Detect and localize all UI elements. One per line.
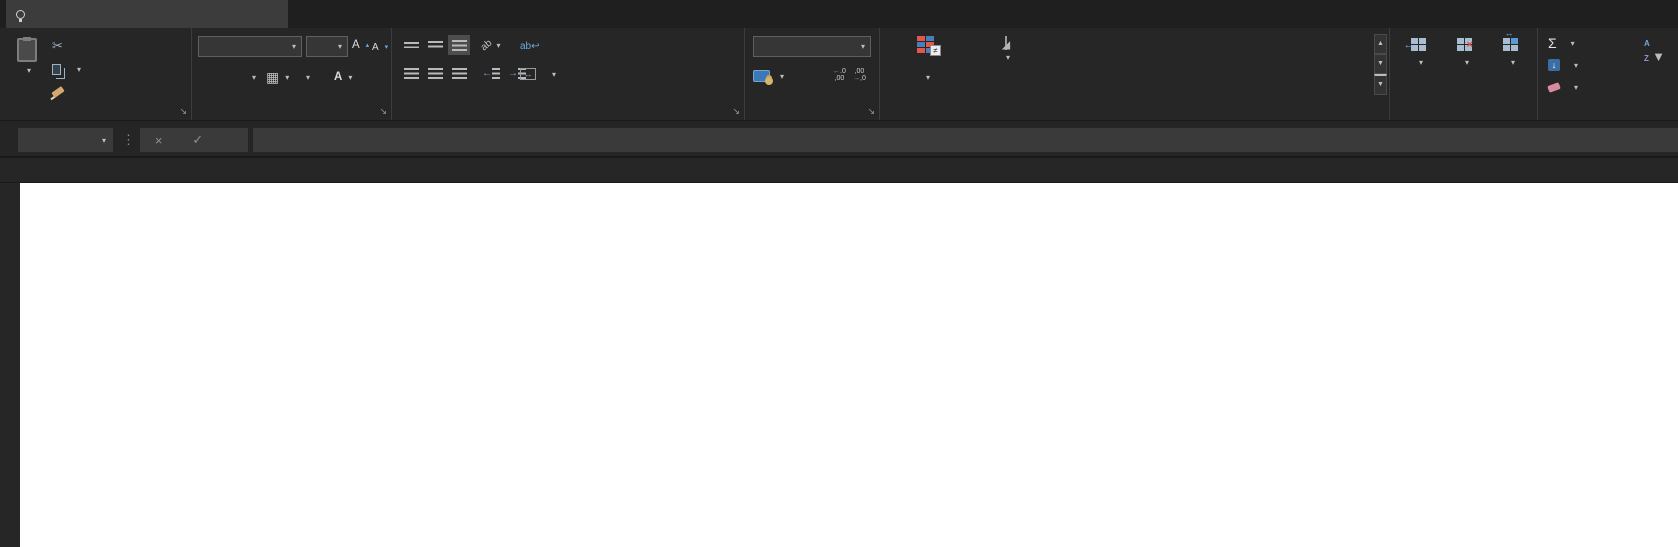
font-dialog-launcher[interactable]: ↘ [379, 106, 387, 117]
clipboard-dialog-launcher[interactable]: ↘ [179, 106, 187, 117]
row-headers [0, 183, 20, 547]
group-alignment: ab▾ ab↩ ← → ↔ ▾ ↘ [392, 28, 745, 120]
copy-icon [52, 64, 61, 75]
group-clipboard: ▾ ✂ ▾ ↘ [0, 28, 192, 120]
ribbon: ▾ ✂ ▾ ↘ ▾ ▾ [0, 28, 1678, 120]
cut-button[interactable]: ✂ [52, 36, 69, 56]
group-font: ▾ ▾ A▴ A▾ ▾ ▦▾ ▾ A ▾ ↘ [192, 28, 392, 120]
formula-input[interactable] [253, 128, 1678, 152]
sigma-icon: Σ [1548, 35, 1557, 51]
funnel-icon: ▼ [1652, 49, 1665, 64]
format-cells-button[interactable]: ↔ ▾ [1488, 36, 1534, 67]
lightbulb-icon [16, 10, 25, 19]
tell-me-box[interactable] [6, 0, 288, 28]
format-as-table-button[interactable]: ◢ ▾ [968, 36, 1044, 65]
insert-cells-button[interactable]: ← ▾ [1396, 36, 1442, 67]
group-styles: ≠ ▾ ◢ ▾ ▲ ▼ ▼ [880, 28, 1390, 120]
fill-color-button[interactable]: ▾ [300, 66, 310, 88]
align-bottom-button[interactable] [448, 35, 470, 55]
delete-cells-button[interactable]: × ▾ [1442, 36, 1488, 67]
eraser-icon [1547, 82, 1561, 93]
format-as-table-icon: ◢ [1005, 36, 1007, 50]
cell-A1-instructions[interactable] [20, 183, 1678, 338]
clear-button[interactable]: ▾ [1548, 83, 1578, 92]
paste-button[interactable]: ▾ [8, 34, 46, 108]
font-color-icon: A [334, 72, 342, 83]
currency-icon [753, 70, 770, 82]
group-editing: Σ ▾ ↓ ▾ ▾ AZ ▼ [1538, 28, 1678, 120]
decrease-indent-button[interactable]: ← [480, 63, 502, 83]
increase-decimal-button[interactable]: ←.0,00 [833, 65, 846, 85]
orientation-icon: ab [479, 37, 495, 53]
wrap-text-button[interactable]: ab↩ [520, 36, 546, 56]
gallery-more-button[interactable]: ▼ [1374, 74, 1387, 95]
font-size-combo[interactable]: ▾ [306, 36, 348, 57]
group-number: ▾ ▾ ←.0,00 ,00→,0 ↘ [745, 28, 880, 120]
conditional-formatting-icon: ≠ [917, 36, 935, 52]
autosum-button[interactable]: Σ ▾ [1548, 35, 1575, 51]
cell-styles-gallery [1048, 34, 1370, 94]
alignment-dialog-launcher[interactable]: ↘ [732, 106, 740, 117]
accounting-format-button[interactable]: ▾ [753, 66, 784, 86]
gallery-scroll-up[interactable]: ▲ [1374, 34, 1387, 54]
menu-bar [0, 0, 1678, 28]
cut-icon: ✂ [52, 38, 63, 54]
delete-cells-icon: × [1457, 38, 1474, 52]
name-box[interactable]: ▾ [18, 128, 113, 152]
borders-button[interactable]: ▦▾ [266, 66, 289, 88]
insert-cells-icon: ← [1411, 38, 1428, 52]
group-cells: ← ▾ × ▾ ↔ ▾ [1390, 28, 1538, 120]
worksheet-grid [0, 158, 1678, 547]
sort-az-icon: AZ [1644, 39, 1650, 63]
gallery-scroll-down[interactable]: ▼ [1374, 54, 1387, 74]
increase-font-button[interactable]: A▴ [352, 34, 369, 56]
conditional-formatting-button[interactable]: ≠ ▾ [888, 36, 964, 85]
format-painter-button[interactable] [52, 82, 70, 102]
orientation-button[interactable]: ab▾ [480, 35, 502, 55]
sort-filter-button[interactable]: AZ ▼ [1644, 36, 1678, 79]
name-box-resizer[interactable]: ⋮ [122, 132, 135, 148]
format-painter-icon [51, 86, 64, 98]
align-right-button[interactable] [448, 63, 470, 83]
column-headers [0, 158, 1678, 183]
underline-dropdown[interactable]: ▾ [248, 66, 256, 88]
format-cells-icon: ↔ [1503, 38, 1520, 52]
formula-bar: ▾ ⋮ × ✓ [0, 120, 1678, 158]
align-middle-button[interactable] [424, 35, 446, 55]
align-center-button[interactable] [424, 63, 446, 83]
merge-center-button[interactable]: ↔ ▾ [520, 64, 556, 84]
decrease-font-button[interactable]: A▾ [372, 36, 388, 58]
font-family-combo[interactable]: ▾ [198, 36, 302, 57]
align-left-button[interactable] [400, 63, 422, 83]
cancel-button[interactable]: × [155, 133, 163, 148]
decrease-decimal-button[interactable]: ,00→,0 [853, 65, 866, 85]
font-color-button[interactable]: A ▾ [334, 66, 352, 88]
enter-button[interactable]: ✓ [192, 132, 203, 148]
fill-down-icon: ↓ [1548, 59, 1560, 71]
number-format-combo[interactable]: ▾ [753, 36, 871, 57]
fill-button[interactable]: ↓ ▾ [1548, 59, 1578, 71]
merge-center-icon: ↔ [520, 68, 536, 80]
number-dialog-launcher[interactable]: ↘ [867, 106, 875, 117]
wrap-text-icon: ab↩ [520, 41, 540, 52]
paste-icon [17, 38, 37, 62]
gallery-scrollbar: ▲ ▼ ▼ [1374, 34, 1387, 94]
align-top-button[interactable] [400, 35, 422, 55]
copy-button[interactable]: ▾ [52, 59, 81, 79]
